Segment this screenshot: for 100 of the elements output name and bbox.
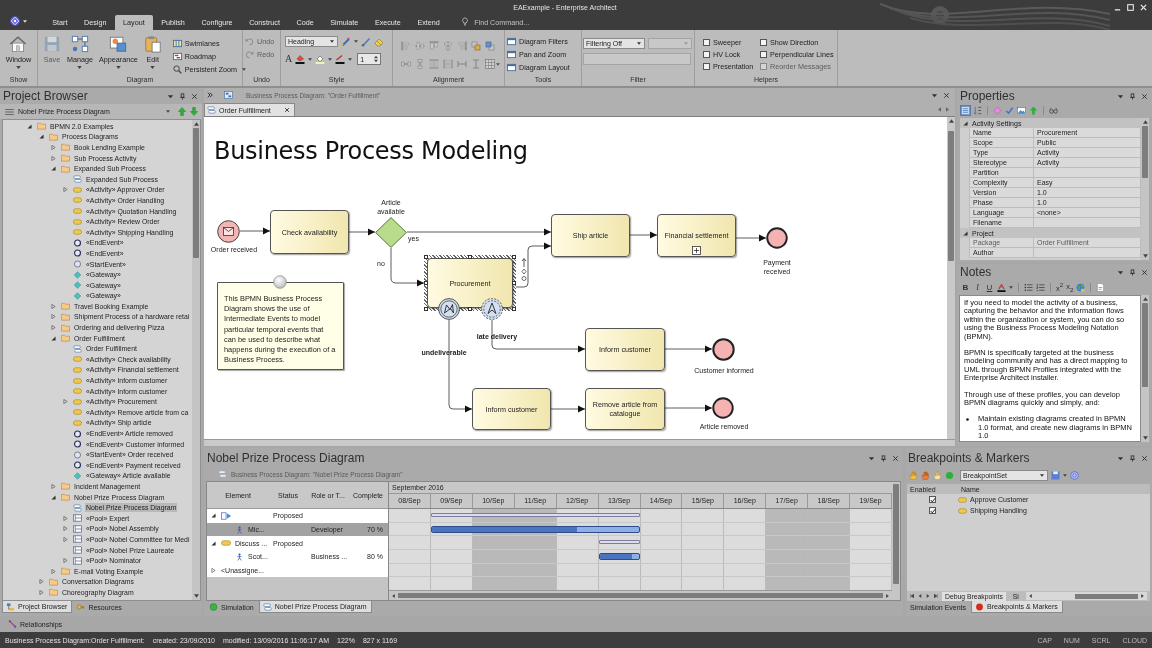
scroll-left-icon[interactable] xyxy=(1027,594,1033,598)
bullet-list-icon[interactable] xyxy=(1024,282,1033,292)
horizontal-scrollbar[interactable] xyxy=(389,590,892,600)
scroll-down-icon[interactable] xyxy=(1142,436,1148,440)
first-page-icon[interactable] xyxy=(910,594,914,598)
dot-icon[interactable] xyxy=(945,470,954,480)
resize-handle[interactable] xyxy=(512,307,516,311)
checkbox[interactable] xyxy=(929,507,936,514)
document-icon[interactable] xyxy=(1096,282,1106,292)
resize-handle[interactable] xyxy=(468,255,472,259)
resize-handle[interactable] xyxy=(424,255,428,259)
close-icon[interactable] xyxy=(892,454,899,462)
caret-icon[interactable] xyxy=(167,92,174,100)
caret-icon[interactable] xyxy=(23,20,27,23)
caret-icon[interactable] xyxy=(868,454,875,462)
close-icon[interactable] xyxy=(1141,454,1148,462)
summary-bar[interactable] xyxy=(598,540,641,545)
scroll-down-icon[interactable] xyxy=(193,594,199,598)
scroll-up-icon[interactable] xyxy=(1142,297,1148,301)
double-chevron-icon[interactable] xyxy=(207,92,213,98)
next-icon[interactable] xyxy=(926,594,930,598)
pin-icon[interactable] xyxy=(1129,268,1136,276)
checkbox[interactable] xyxy=(760,50,767,58)
triangle-icon[interactable] xyxy=(51,335,56,341)
checkbox[interactable] xyxy=(703,62,710,70)
eraser-icon[interactable] xyxy=(374,36,384,47)
vertical-scrollbar[interactable] xyxy=(1141,295,1149,442)
caret-icon[interactable] xyxy=(931,91,938,99)
triangle-icon[interactable] xyxy=(211,540,216,546)
checkbox[interactable] xyxy=(703,38,710,46)
categorized-icon[interactable] xyxy=(961,106,970,115)
scroll-left-icon[interactable] xyxy=(938,107,941,112)
scroll-thumb[interactable] xyxy=(1142,303,1148,387)
pen-icon[interactable] xyxy=(341,36,351,47)
vertical-scrollbar[interactable] xyxy=(1141,118,1149,260)
app-logo-icon[interactable] xyxy=(10,16,20,26)
pin-icon[interactable] xyxy=(179,92,186,100)
hand-icon[interactable] xyxy=(933,470,942,480)
text-color-icon[interactable] xyxy=(997,282,1006,292)
hand-icon[interactable] xyxy=(921,470,930,480)
close-icon[interactable] xyxy=(283,107,290,113)
task-bar[interactable] xyxy=(430,525,641,533)
resize-handle[interactable] xyxy=(512,255,516,259)
numbered-list-icon[interactable] xyxy=(1036,282,1045,292)
triangle-icon[interactable] xyxy=(51,494,56,500)
tick-icon[interactable] xyxy=(1005,106,1014,115)
grid-icon[interactable] xyxy=(485,59,495,69)
caret-icon[interactable] xyxy=(496,62,500,66)
brush-icon[interactable] xyxy=(361,36,371,47)
resize-handle[interactable] xyxy=(424,281,428,285)
close-icon[interactable] xyxy=(1141,92,1148,100)
fill-color-icon[interactable] xyxy=(295,54,306,64)
notes-field[interactable] xyxy=(959,295,1141,442)
pin-icon[interactable] xyxy=(1129,92,1136,100)
image-icon[interactable] xyxy=(1017,106,1026,115)
menu-icon[interactable] xyxy=(5,108,14,115)
triangle-icon[interactable] xyxy=(211,513,216,519)
resize-handle[interactable] xyxy=(424,307,428,311)
target-icon[interactable] xyxy=(1070,470,1079,480)
scroll-up-icon[interactable] xyxy=(948,119,954,123)
scroll-thumb[interactable] xyxy=(893,484,899,584)
checkbox[interactable] xyxy=(929,496,936,503)
scroll-up-icon[interactable] xyxy=(1142,120,1148,124)
caret-icon[interactable] xyxy=(1117,92,1124,100)
spin-arrows-icon[interactable] xyxy=(374,55,379,63)
triangle-icon[interactable] xyxy=(51,166,56,172)
scroll-thumb[interactable] xyxy=(948,131,954,261)
caret-icon[interactable] xyxy=(354,40,358,43)
scroll-thumb[interactable] xyxy=(1142,126,1148,178)
triangle-icon[interactable] xyxy=(39,134,44,140)
scroll-down-icon[interactable] xyxy=(1142,254,1148,258)
caret-icon[interactable] xyxy=(1009,285,1013,289)
horizontal-scrollbar[interactable] xyxy=(204,439,955,446)
font-button[interactable]: A xyxy=(285,54,293,64)
caret-icon[interactable] xyxy=(1063,473,1067,477)
scroll-right-icon[interactable] xyxy=(885,593,890,598)
vertical-scrollbar[interactable] xyxy=(192,120,200,600)
underline-button[interactable]: U xyxy=(985,282,994,292)
scroll-thumb[interactable] xyxy=(398,593,883,598)
send-back-icon[interactable] xyxy=(485,41,495,51)
filter-text-field[interactable] xyxy=(583,53,691,65)
previous-icon[interactable] xyxy=(918,594,922,598)
task-bar[interactable] xyxy=(598,553,641,561)
sort-icon[interactable] xyxy=(973,106,982,115)
checkbox[interactable] xyxy=(703,50,710,58)
paint-bucket-icon[interactable] xyxy=(315,54,326,64)
close-icon[interactable] xyxy=(191,92,198,100)
vertical-scrollbar[interactable] xyxy=(947,117,955,439)
caret-icon[interactable] xyxy=(1117,454,1124,462)
resize-handle[interactable] xyxy=(468,307,472,311)
close-icon[interactable] xyxy=(943,91,950,99)
quick-link-icon[interactable] xyxy=(521,258,527,282)
triangle-icon[interactable] xyxy=(963,120,968,126)
caret-icon[interactable] xyxy=(328,57,333,61)
caret-icon[interactable] xyxy=(348,57,353,61)
glasses-icon[interactable] xyxy=(1049,106,1058,115)
triangle-icon[interactable] xyxy=(963,230,968,236)
vertical-scrollbar[interactable] xyxy=(892,482,900,600)
caret-icon[interactable] xyxy=(308,57,313,61)
pin-icon[interactable] xyxy=(1129,454,1136,462)
